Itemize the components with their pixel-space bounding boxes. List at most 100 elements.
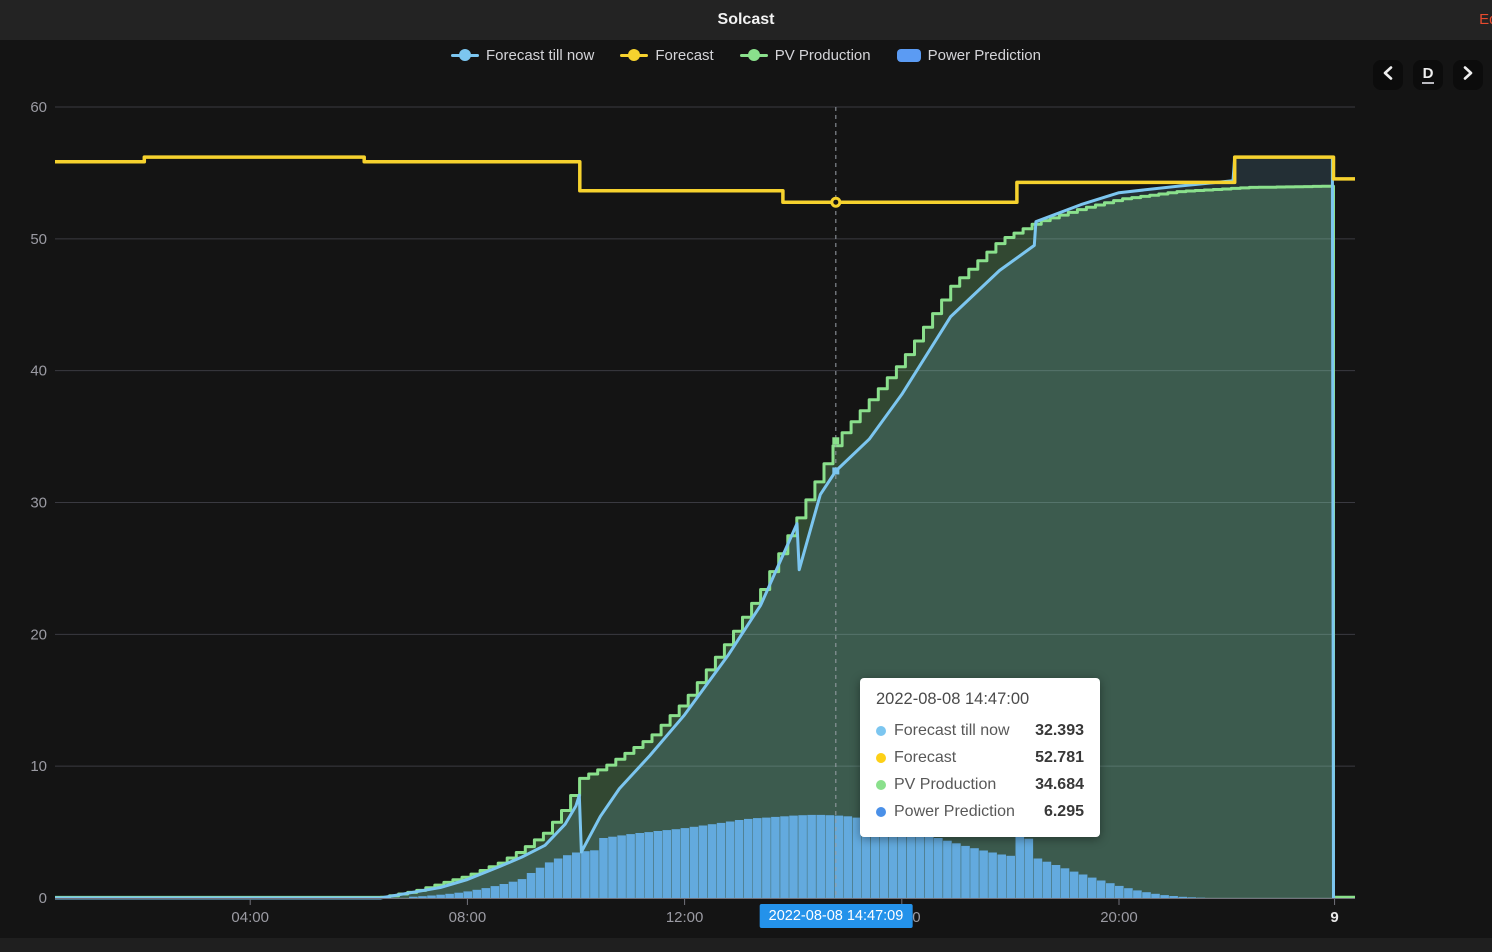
series-color-dot: [876, 753, 886, 763]
day-range-button[interactable]: D: [1413, 60, 1443, 90]
power-prediction-bar: [491, 886, 500, 898]
power-prediction-bar: [1178, 897, 1187, 898]
legend-item-label: PV Production: [775, 47, 871, 64]
power-prediction-bar: [1133, 890, 1142, 898]
power-prediction-bar: [445, 894, 454, 898]
power-prediction-bar: [581, 851, 590, 898]
power-prediction-bar: [1142, 892, 1151, 898]
power-prediction-bar: [1043, 862, 1052, 898]
power-prediction-bar: [500, 884, 509, 898]
power-prediction-bar: [997, 855, 1006, 899]
power-prediction-bar: [1160, 895, 1169, 898]
power-prediction-bar: [844, 816, 853, 898]
power-prediction-bar: [608, 837, 617, 898]
chart-canvas[interactable]: 010203040506004:0008:0012:0016:0020:009: [0, 0, 1492, 952]
power-prediction-bar: [744, 819, 753, 898]
power-prediction-bar: [934, 838, 943, 898]
power-prediction-bar: [970, 848, 979, 898]
power-prediction-bar: [690, 827, 699, 898]
power-prediction-bar: [672, 829, 681, 898]
legend-item-forecast-till-now[interactable]: Forecast till now: [451, 47, 594, 64]
chart-legend: Forecast till now Forecast PV Production Po…: [0, 42, 1492, 68]
power-prediction-bar: [708, 824, 717, 898]
power-prediction-bar: [663, 830, 672, 898]
power-prediction-bar: [925, 835, 934, 898]
legend-item-label: Forecast: [655, 47, 713, 64]
legend-line-dot-swatch: [620, 49, 648, 61]
power-prediction-bar: [545, 862, 554, 898]
power-prediction-bar: [762, 818, 771, 898]
power-prediction-bar: [1006, 856, 1015, 898]
power-prediction-bar: [635, 833, 644, 898]
legend-line-dot-swatch: [740, 49, 768, 61]
legend-item-label: Power Prediction: [928, 47, 1041, 64]
power-prediction-bar: [463, 891, 472, 898]
x-axis-tick-label: 04:00: [231, 909, 269, 926]
power-prediction-bar: [1016, 836, 1025, 898]
y-axis-tick-label: 20: [30, 626, 47, 643]
tooltip-series-value: 32.393: [1035, 722, 1084, 740]
tooltip-series-label: Power Prediction: [894, 803, 1015, 821]
page-title: Solcast: [0, 0, 1492, 40]
tooltip-series-label: Forecast till now: [894, 722, 1010, 740]
previous-day-button[interactable]: [1373, 60, 1403, 90]
power-prediction-bar: [807, 815, 816, 898]
power-prediction-bar: [898, 828, 907, 899]
tooltip-series-label: Forecast: [894, 749, 956, 767]
power-prediction-bar: [699, 826, 708, 899]
forecast-till-now-area: [55, 157, 1334, 898]
edit-link[interactable]: Edit: [1479, 0, 1492, 40]
legend-item-forecast[interactable]: Forecast: [620, 47, 713, 64]
y-axis-tick-label: 40: [30, 363, 47, 380]
power-prediction-bar: [1025, 839, 1034, 898]
x-axis-tick-label: 9: [1330, 909, 1338, 926]
power-prediction-bar: [988, 853, 997, 899]
power-prediction-bar: [418, 896, 427, 898]
power-prediction-bar: [825, 815, 834, 898]
bottom-strip: [0, 938, 1492, 952]
legend-item-power-prediction[interactable]: Power Prediction: [897, 47, 1041, 64]
power-prediction-bar: [1061, 868, 1070, 898]
power-prediction-bar: [1115, 886, 1124, 898]
power-prediction-bar: [1034, 859, 1043, 899]
y-axis-tick-label: 30: [30, 495, 47, 512]
legend-item-pv-production[interactable]: PV Production: [740, 47, 871, 64]
power-prediction-bar: [1106, 883, 1115, 898]
x-axis-tick-label: 20:00: [1100, 909, 1138, 926]
power-prediction-bar: [943, 841, 952, 898]
power-prediction-bar: [644, 832, 653, 898]
power-prediction-bar: [735, 820, 744, 898]
power-prediction-bar: [509, 882, 518, 898]
power-prediction-bar: [1088, 878, 1097, 898]
x-axis-tick-label: 08:00: [449, 909, 487, 926]
tooltip-row: Forecast till now 32.393: [876, 717, 1084, 744]
power-prediction-bar: [536, 868, 545, 898]
y-axis-tick-label: 60: [30, 99, 47, 116]
power-prediction-bar: [726, 822, 735, 899]
cursor-marker-ring: [832, 198, 840, 206]
power-prediction-bar: [590, 850, 599, 898]
x-axis-tick-label: 12:00: [666, 909, 704, 926]
series-color-dot: [876, 726, 886, 736]
power-prediction-bar: [1151, 894, 1160, 898]
legend-bar-swatch: [897, 49, 921, 62]
power-prediction-bar: [617, 835, 626, 898]
power-prediction-bar: [681, 828, 690, 898]
power-prediction-bar: [780, 816, 789, 898]
tooltip-series-value: 34.684: [1035, 776, 1084, 794]
series-color-dot: [876, 807, 886, 817]
legend-item-label: Forecast till now: [486, 47, 594, 64]
power-prediction-bar: [798, 815, 807, 898]
tooltip-series-value: 52.781: [1035, 749, 1084, 767]
power-prediction-bar: [1070, 872, 1079, 898]
y-axis-tick-label: 50: [30, 231, 47, 248]
next-day-button[interactable]: [1453, 60, 1483, 90]
cursor-marker-square: [832, 437, 839, 444]
power-prediction-bar: [789, 816, 798, 898]
cursor-marker-square: [832, 467, 839, 474]
tooltip-series-label: PV Production: [894, 776, 996, 794]
power-prediction-bar: [816, 815, 825, 898]
power-prediction-bar: [1169, 896, 1178, 898]
power-prediction-bar: [907, 830, 916, 898]
power-prediction-bar: [952, 843, 961, 898]
